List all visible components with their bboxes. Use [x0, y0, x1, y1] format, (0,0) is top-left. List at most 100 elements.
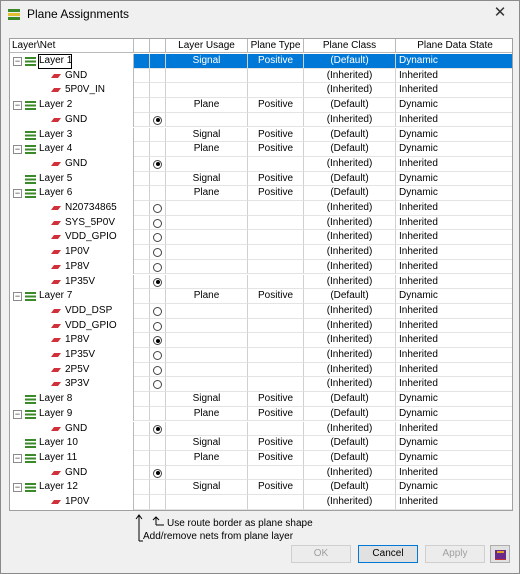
- plane-data-state-cell[interactable]: Dynamic: [396, 98, 512, 113]
- add-remove-cell[interactable]: [150, 201, 166, 216]
- layer-usage-cell[interactable]: [166, 259, 248, 275]
- plane-class-cell[interactable]: (Default): [304, 289, 396, 304]
- plane-type-cell[interactable]: [248, 274, 304, 290]
- add-remove-cell[interactable]: [150, 54, 166, 69]
- layer-net-cell[interactable]: − Layer 9: [10, 406, 134, 422]
- add-remove-cell[interactable]: [150, 112, 166, 128]
- layer-row[interactable]: Layer 10 Signal Positive (Default) Dynam…: [10, 436, 512, 451]
- plane-class-cell[interactable]: (Inherited): [304, 348, 396, 363]
- add-remove-cell[interactable]: [150, 171, 166, 187]
- layer-row[interactable]: Layer 3 Signal Positive (Default) Dynami…: [10, 127, 512, 143]
- layer-usage-cell[interactable]: Plane: [166, 98, 248, 113]
- layer-usage-cell[interactable]: [166, 112, 248, 128]
- plane-class-cell[interactable]: (Inherited): [304, 259, 396, 275]
- layer-row[interactable]: − Layer 4 Plane Positive (Default) Dynam…: [10, 142, 512, 157]
- layer-net-cell[interactable]: GND: [10, 156, 134, 172]
- add-remove-net-radio[interactable]: [153, 351, 162, 360]
- route-border-cell[interactable]: [134, 377, 150, 393]
- collapse-toggle-icon[interactable]: −: [13, 57, 22, 66]
- add-remove-net-radio[interactable]: [153, 218, 162, 228]
- plane-data-state-cell[interactable]: Inherited: [396, 216, 512, 231]
- layer-row[interactable]: − Layer 9 Plane Positive (Default) Dynam…: [10, 406, 512, 422]
- layer-row[interactable]: Layer 8 Signal Positive (Default) Dynami…: [10, 392, 512, 407]
- plane-type-cell[interactable]: [248, 348, 304, 363]
- route-border-cell[interactable]: [134, 83, 150, 99]
- plane-data-state-cell[interactable]: Inherited: [396, 348, 512, 363]
- plane-class-cell[interactable]: (Default): [304, 450, 396, 466]
- layer-usage-cell[interactable]: [166, 68, 248, 84]
- route-border-cell[interactable]: [134, 495, 150, 510]
- plane-type-cell[interactable]: [248, 421, 304, 437]
- plane-type-cell[interactable]: Positive: [248, 142, 304, 157]
- ok-button[interactable]: OK: [291, 545, 351, 563]
- add-remove-cell[interactable]: [150, 436, 166, 451]
- add-remove-cell[interactable]: [150, 450, 166, 466]
- add-remove-net-radio[interactable]: [153, 321, 162, 331]
- layer-net-cell[interactable]: 1P35V: [10, 274, 134, 290]
- add-remove-cell[interactable]: [150, 333, 166, 348]
- route-border-cell[interactable]: [134, 480, 150, 495]
- plane-type-cell[interactable]: Positive: [248, 436, 304, 451]
- plane-data-state-cell[interactable]: Inherited: [396, 377, 512, 393]
- plane-type-cell[interactable]: Positive: [248, 54, 304, 69]
- add-remove-net-radio[interactable]: [153, 248, 162, 258]
- layer-usage-cell[interactable]: [166, 465, 248, 481]
- net-row[interactable]: GND (Inherited) Inherited: [10, 156, 512, 172]
- layer-usage-cell[interactable]: Signal: [166, 54, 248, 69]
- route-border-cell[interactable]: [134, 450, 150, 466]
- layer-row[interactable]: − Layer 11 Plane Positive (Default) Dyna…: [10, 450, 512, 466]
- plane-class-cell[interactable]: (Inherited): [304, 156, 396, 172]
- net-row[interactable]: 1P8V (Inherited) Inherited: [10, 259, 512, 275]
- plane-class-cell[interactable]: (Inherited): [304, 333, 396, 348]
- net-row[interactable]: 2P5V (Inherited) Inherited: [10, 362, 512, 378]
- plane-data-state-cell[interactable]: Inherited: [396, 113, 512, 128]
- route-border-cell[interactable]: [134, 98, 150, 113]
- add-remove-cell[interactable]: [150, 186, 166, 201]
- add-remove-cell[interactable]: [150, 68, 166, 84]
- layer-net-cell[interactable]: − Layer 12: [10, 480, 134, 495]
- plane-type-cell[interactable]: [248, 215, 304, 231]
- layer-net-cell[interactable]: VDD_GPIO: [10, 318, 134, 334]
- layer-net-cell[interactable]: 1P0V: [10, 245, 134, 260]
- route-border-cell[interactable]: [134, 186, 150, 201]
- layer-net-cell[interactable]: 1P8V: [10, 259, 134, 275]
- plane-type-cell[interactable]: [248, 318, 304, 334]
- col-layer-net[interactable]: Layer\Net: [10, 39, 134, 53]
- plane-type-cell[interactable]: [248, 303, 304, 319]
- route-border-cell[interactable]: [134, 245, 150, 260]
- layer-net-cell[interactable]: VDD_DSP: [10, 303, 134, 319]
- plane-data-state-cell[interactable]: Dynamic: [396, 451, 512, 466]
- add-remove-cell[interactable]: [150, 156, 166, 172]
- route-border-cell[interactable]: [134, 259, 150, 275]
- layer-usage-cell[interactable]: [166, 362, 248, 378]
- plane-class-cell[interactable]: (Inherited): [304, 362, 396, 378]
- plane-class-cell[interactable]: (Default): [304, 142, 396, 157]
- plane-class-cell[interactable]: (Default): [304, 171, 396, 187]
- close-button[interactable]: ✕: [491, 4, 509, 22]
- route-border-cell[interactable]: [134, 318, 150, 334]
- layer-row[interactable]: Layer 5 Signal Positive (Default) Dynami…: [10, 171, 512, 187]
- add-remove-cell[interactable]: [150, 142, 166, 157]
- plane-data-state-cell[interactable]: Dynamic: [396, 480, 512, 495]
- plane-type-cell[interactable]: [248, 112, 304, 128]
- collapse-toggle-icon[interactable]: −: [13, 145, 22, 155]
- plane-class-cell[interactable]: (Default): [304, 392, 396, 407]
- layer-usage-cell[interactable]: [166, 274, 248, 290]
- add-remove-cell[interactable]: [150, 289, 166, 304]
- layer-net-cell[interactable]: − Layer 7: [10, 289, 134, 304]
- collapse-toggle-icon[interactable]: −: [13, 453, 22, 463]
- add-remove-cell[interactable]: [150, 362, 166, 378]
- plane-class-cell[interactable]: (Inherited): [304, 465, 396, 481]
- route-border-cell[interactable]: [134, 142, 150, 157]
- route-border-cell[interactable]: [134, 215, 150, 231]
- plane-type-cell[interactable]: Positive: [248, 450, 304, 466]
- plane-class-cell[interactable]: (Default): [304, 127, 396, 143]
- col-plane-type[interactable]: Plane Type: [248, 39, 304, 53]
- plane-data-state-cell[interactable]: Inherited: [396, 495, 512, 510]
- col-plane-data-state[interactable]: Plane Data State: [396, 39, 512, 53]
- plane-class-cell[interactable]: (Inherited): [304, 495, 396, 510]
- collapse-toggle-icon[interactable]: −: [13, 409, 22, 419]
- route-border-cell[interactable]: [134, 406, 150, 422]
- plane-class-cell[interactable]: (Inherited): [304, 303, 396, 319]
- plane-type-cell[interactable]: Positive: [248, 480, 304, 495]
